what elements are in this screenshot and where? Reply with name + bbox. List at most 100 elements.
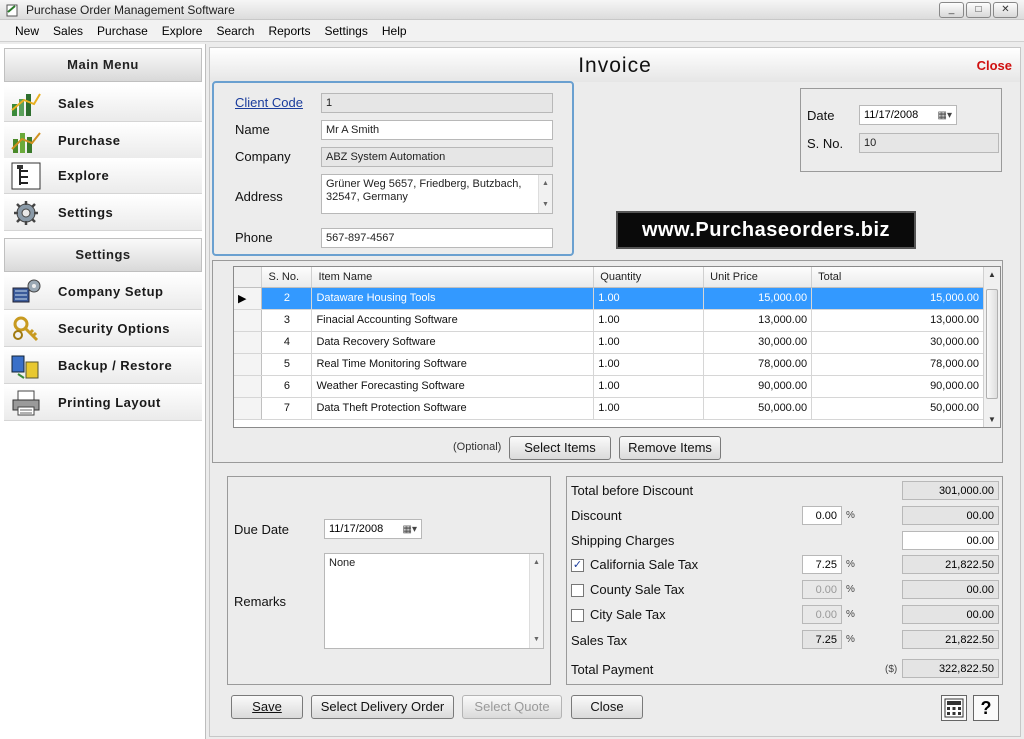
help-icon[interactable]: ? xyxy=(973,695,999,721)
close-window-button[interactable]: ✕ xyxy=(993,2,1018,18)
scroll-up-icon[interactable]: ▲ xyxy=(984,270,1000,279)
menu-new[interactable]: New xyxy=(8,24,46,38)
menu-purchase[interactable]: Purchase xyxy=(90,24,155,38)
cell-qty: 1.00 xyxy=(593,331,705,354)
due-date-picker[interactable]: 11/17/2008 ▦▾ xyxy=(324,519,422,539)
cell-sno: 6 xyxy=(261,375,313,398)
due-date-label: Due Date xyxy=(234,522,289,537)
city-tax-checkbox[interactable] xyxy=(571,609,584,622)
address-field[interactable]: Grüner Weg 5657, Friedberg, Butzbach, 32… xyxy=(321,174,553,214)
percent-sign: % xyxy=(846,559,855,570)
remarks-scrollbar[interactable]: ▲ ▼ xyxy=(529,554,543,648)
sidebar-label-security-options: Security Options xyxy=(58,321,171,336)
menu-search[interactable]: Search xyxy=(209,24,261,38)
sidebar-item-backup-restore[interactable]: Backup / Restore xyxy=(4,348,202,384)
menu-reports[interactable]: Reports xyxy=(261,24,317,38)
save-button[interactable]: Save xyxy=(231,695,303,719)
sidebar-item-sales[interactable]: Sales xyxy=(4,86,202,122)
cell-total: 13,000.00 xyxy=(811,309,984,332)
menu-settings[interactable]: Settings xyxy=(318,24,375,38)
sidebar-item-security-options[interactable]: Security Options xyxy=(4,311,202,347)
close-button[interactable]: Close xyxy=(571,695,643,719)
discount-value: 00.00 xyxy=(902,506,999,525)
sno-field[interactable]: 10 xyxy=(859,133,999,153)
cell-name: Data Recovery Software xyxy=(311,331,595,354)
cell-total: 30,000.00 xyxy=(811,331,984,354)
remove-items-button[interactable]: Remove Items xyxy=(619,436,721,460)
sidebar-label-printing-layout: Printing Layout xyxy=(58,395,161,410)
cell-sno: 2 xyxy=(261,287,313,310)
select-quote-button[interactable]: Select Quote xyxy=(462,695,562,719)
client-code-field[interactable]: 1 xyxy=(321,93,553,113)
backup-icon xyxy=(8,351,44,381)
cell-name: Dataware Housing Tools xyxy=(311,287,595,310)
remarks-field[interactable]: None ▲ ▼ xyxy=(324,553,544,649)
table-row[interactable]: ▶ 2 Dataware Housing Tools 1.00 15,000.0… xyxy=(234,287,984,310)
table-row[interactable]: 6 Weather Forecasting Software 1.00 90,0… xyxy=(234,375,984,398)
col-unit-price[interactable]: Unit Price xyxy=(703,267,813,288)
phone-field[interactable]: 567-897-4567 xyxy=(321,228,553,248)
discount-label: Discount xyxy=(571,508,622,523)
maximize-button[interactable]: □ xyxy=(966,2,991,18)
table-row[interactable]: 5 Real Time Monitoring Software 1.00 78,… xyxy=(234,353,984,376)
cell-price: 90,000.00 xyxy=(703,375,813,398)
sidebar-item-company-setup[interactable]: Company Setup xyxy=(4,274,202,310)
menu-help[interactable]: Help xyxy=(375,24,414,38)
date-group: Date 11/17/2008 ▦▾ S. No. 10 xyxy=(800,88,1002,172)
col-item-name[interactable]: Item Name xyxy=(311,267,595,288)
calendar-dropdown-icon[interactable]: ▦▾ xyxy=(403,524,417,535)
sidebar-item-purchase[interactable]: Purchase xyxy=(4,123,202,159)
table-row[interactable]: 3 Finacial Accounting Software 1.00 13,0… xyxy=(234,309,984,332)
sidebar-item-explore[interactable]: Explore xyxy=(4,158,202,194)
sales-tax-value: 21,822.50 xyxy=(902,630,999,649)
sidebar-label-purchase: Purchase xyxy=(58,133,121,148)
table-row[interactable]: 7 Data Theft Protection Software 1.00 50… xyxy=(234,397,984,420)
discount-percent-input[interactable]: 0.00 xyxy=(802,506,842,525)
close-link[interactable]: Close xyxy=(977,58,1012,73)
california-tax-checkbox[interactable]: ✓ xyxy=(571,559,584,572)
due-date-value: 11/17/2008 xyxy=(329,523,384,535)
shipping-charges-input[interactable]: 00.00 xyxy=(902,531,999,550)
select-items-button[interactable]: Select Items xyxy=(509,436,611,460)
client-code-link[interactable]: Client Code xyxy=(235,95,303,110)
california-tax-percent-input[interactable]: 7.25 xyxy=(802,555,842,574)
items-scrollbar[interactable]: ▲ ▼ xyxy=(983,267,1000,427)
county-tax-percent-input[interactable]: 0.00 xyxy=(802,580,842,599)
county-tax-checkbox[interactable] xyxy=(571,584,584,597)
cell-price: 78,000.00 xyxy=(703,353,813,376)
title-bar: Purchase Order Management Software _ □ ✕ xyxy=(0,0,1024,20)
row-selector-icon: ▶ xyxy=(234,287,263,310)
cell-sno: 4 xyxy=(261,331,313,354)
col-quantity[interactable]: Quantity xyxy=(593,267,705,288)
scroll-down-icon[interactable]: ▼ xyxy=(984,415,1000,424)
date-picker[interactable]: 11/17/2008 ▦▾ xyxy=(859,105,957,125)
table-row[interactable]: 4 Data Recovery Software 1.00 30,000.00 … xyxy=(234,331,984,354)
cell-price: 13,000.00 xyxy=(703,309,813,332)
tree-icon xyxy=(8,161,44,191)
menu-explore[interactable]: Explore xyxy=(155,24,210,38)
city-tax-label: City Sale Tax xyxy=(590,607,666,622)
calendar-dropdown-icon[interactable]: ▦▾ xyxy=(938,110,952,121)
cell-name: Data Theft Protection Software xyxy=(311,397,595,420)
address-text: Grüner Weg 5657, Friedberg, Butzbach, 32… xyxy=(326,178,522,203)
items-grid[interactable]: S. No. Item Name Quantity Unit Price Tot… xyxy=(233,266,1001,428)
col-sno[interactable]: S. No. xyxy=(261,267,313,288)
cell-price: 15,000.00 xyxy=(703,287,813,310)
company-field[interactable]: ABZ System Automation xyxy=(321,147,553,167)
sidebar-item-settings[interactable]: Settings xyxy=(4,195,202,231)
city-tax-percent-input[interactable]: 0.00 xyxy=(802,605,842,624)
name-field[interactable]: Mr A Smith xyxy=(321,120,553,140)
select-delivery-order-button[interactable]: Select Delivery Order xyxy=(311,695,454,719)
scroll-thumb[interactable] xyxy=(986,289,998,399)
shipping-charges-label: Shipping Charges xyxy=(571,533,675,548)
name-label: Name xyxy=(235,122,270,137)
address-scrollbar[interactable]: ▲ ▼ xyxy=(538,175,552,213)
menu-sales[interactable]: Sales xyxy=(46,24,90,38)
sidebar-item-printing-layout[interactable]: Printing Layout xyxy=(4,385,202,421)
total-payment-label: Total Payment xyxy=(571,662,654,677)
col-total[interactable]: Total xyxy=(811,267,984,288)
minimize-button[interactable]: _ xyxy=(939,2,964,18)
cell-sno: 3 xyxy=(261,309,313,332)
calculator-icon[interactable] xyxy=(941,695,967,721)
cell-price: 30,000.00 xyxy=(703,331,813,354)
